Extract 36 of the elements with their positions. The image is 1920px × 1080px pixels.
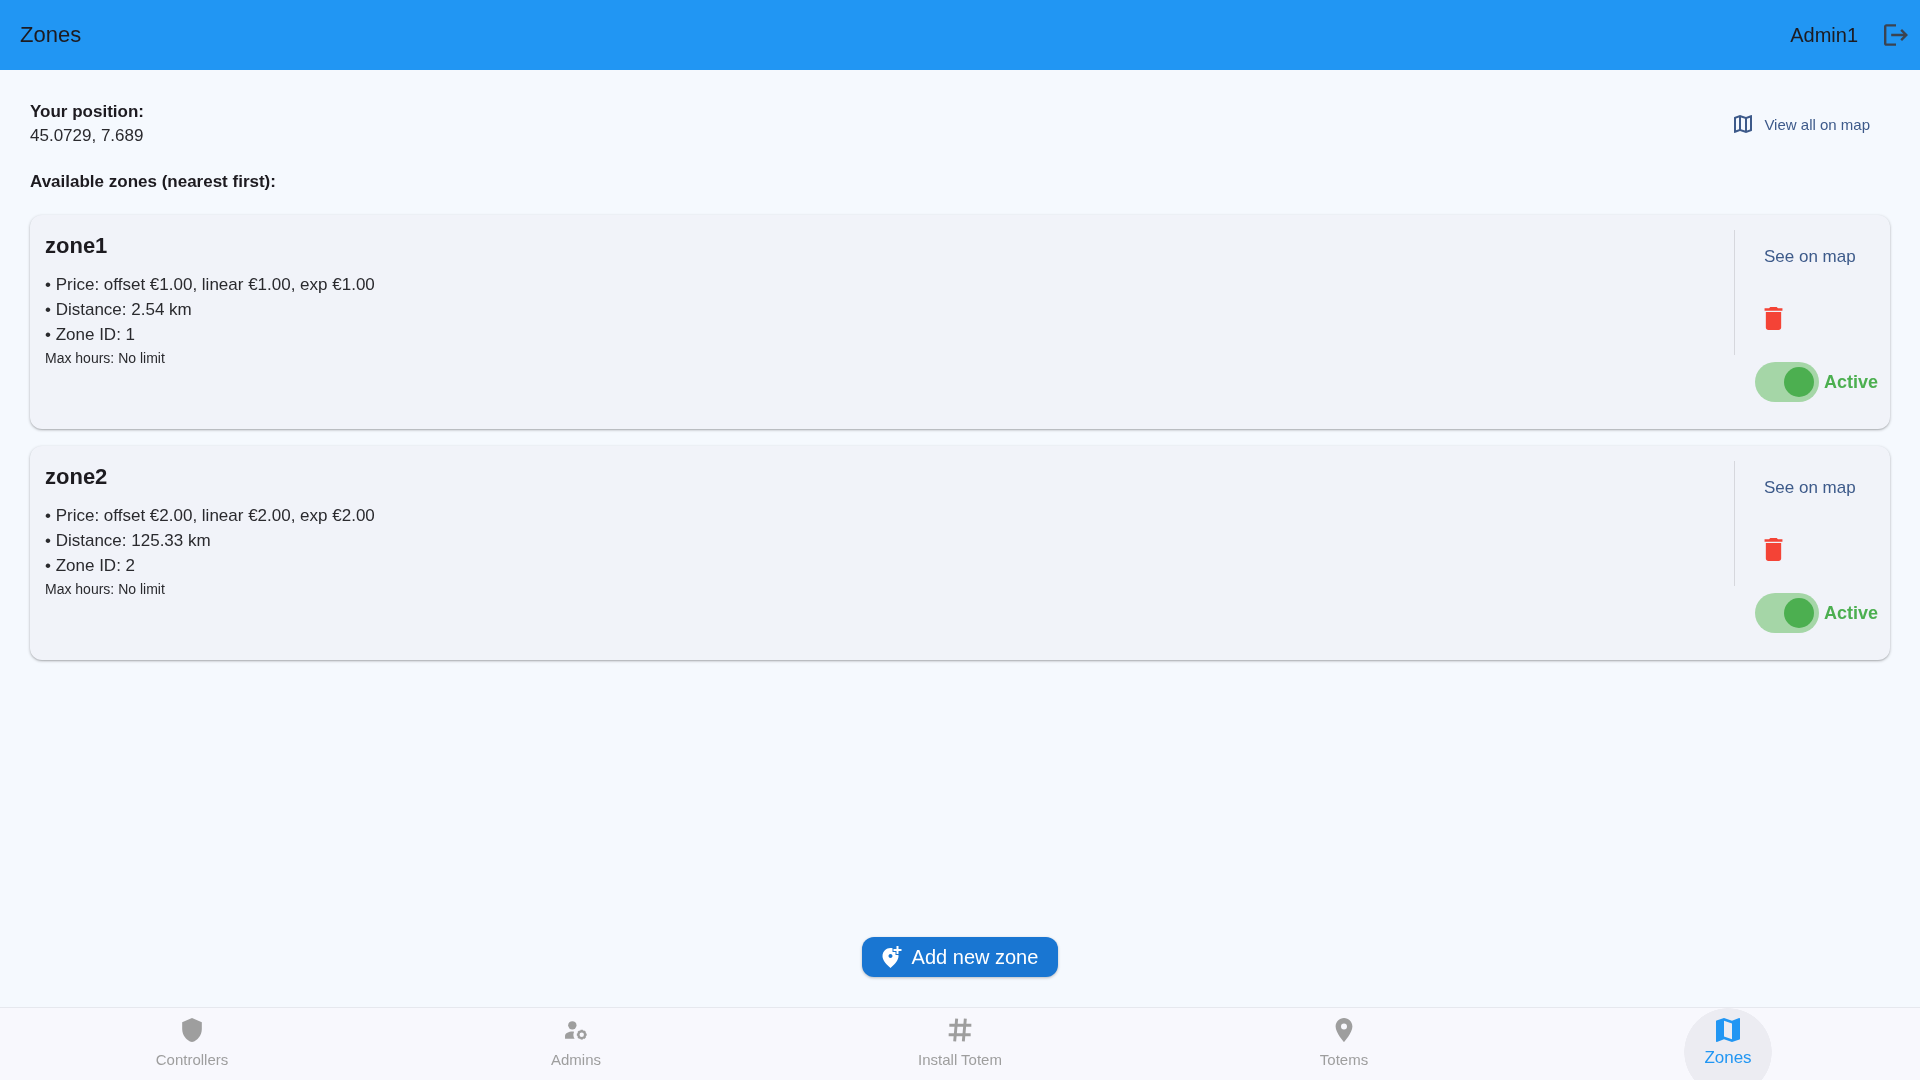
see-on-map-link[interactable]: See on map xyxy=(1764,478,1856,498)
toggle-switch[interactable] xyxy=(1755,593,1819,633)
position-label: Your position: xyxy=(30,102,144,122)
zone-detail: • Distance: 2.54 km xyxy=(45,299,192,321)
trash-icon[interactable] xyxy=(1764,307,1783,330)
status-label: Active xyxy=(1824,602,1879,624)
map-icon xyxy=(1734,115,1753,133)
view-all-on-map-link[interactable]: View all on map xyxy=(1734,115,1870,133)
zone-detail: • Zone ID: 1 xyxy=(45,324,136,346)
zones-heading: Available zones (nearest first): xyxy=(30,172,276,192)
zone-detail: • Price: offset €1.00, linear €1.00, exp €1.00 xyxy=(45,274,375,296)
max-hours-text: Max hours: No limit xyxy=(45,580,165,599)
person-gear-icon xyxy=(564,1018,588,1042)
nav-tab[interactable]: Controllers xyxy=(136,1008,248,1080)
max-hours-text: Max hours: No limit xyxy=(45,349,165,368)
user-name: Admin1 xyxy=(1790,23,1858,47)
nav-tab[interactable]: Install Totem xyxy=(904,1008,1016,1080)
nav-tab[interactable]: Admins xyxy=(520,1008,632,1080)
position-value: 45.0729, 7.689 xyxy=(30,126,144,146)
zone-detail: • Zone ID: 2 xyxy=(45,555,136,577)
page-title: Zones xyxy=(20,22,82,48)
map-icon xyxy=(1716,1018,1740,1042)
zone-name: zone1 xyxy=(45,232,108,260)
status-label: Active xyxy=(1824,371,1879,393)
add-zone-button[interactable]: Add new zone xyxy=(861,937,1059,977)
trash-icon[interactable] xyxy=(1764,538,1783,561)
hash-icon xyxy=(948,1018,972,1042)
shield-icon xyxy=(180,1018,204,1042)
zone-detail: • Distance: 125.33 km xyxy=(45,530,211,552)
zone-name: zone2 xyxy=(45,463,108,491)
zone-detail: • Price: offset €2.00, linear €2.00, exp €2.00 xyxy=(45,505,375,527)
toggle-switch[interactable] xyxy=(1755,362,1819,402)
nav-tab[interactable]: Totems xyxy=(1288,1008,1400,1080)
logout-icon[interactable] xyxy=(1884,24,1908,46)
pin-plus-icon xyxy=(881,946,902,968)
see-on-map-link[interactable]: See on map xyxy=(1764,247,1856,267)
